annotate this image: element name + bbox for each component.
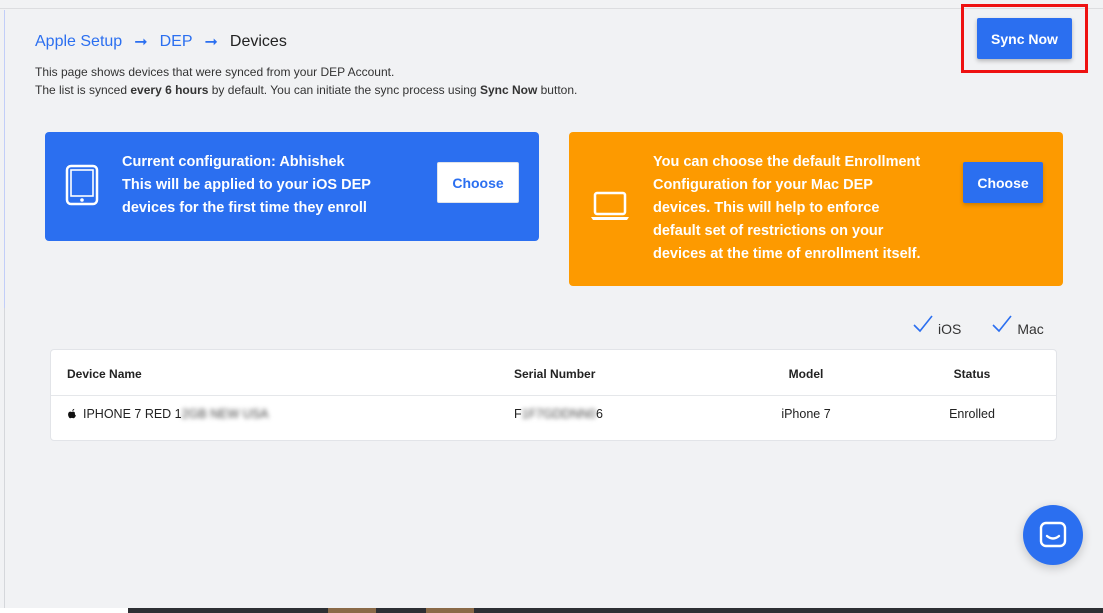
laptop-icon [589, 190, 631, 230]
filter-mac[interactable]: Mac [991, 314, 1044, 337]
description-line-2: The list is synced every 6 hours by defa… [35, 83, 578, 97]
apple-icon [67, 408, 77, 422]
model-cell: iPhone 7 [781, 407, 831, 421]
header-model: Model [788, 367, 824, 381]
breadcrumb-dep[interactable]: DEP [160, 33, 193, 51]
ios-choose-button[interactable]: Choose [437, 162, 519, 203]
header-serial-number: Serial Number [514, 367, 596, 381]
description-line-1: This page shows devices that were synced… [35, 65, 395, 79]
status-cell: Enrolled [949, 407, 995, 421]
breadcrumb-arrow-icon: ➞ [204, 34, 218, 51]
table-row[interactable]: IPHONE 7 RED 12GB NEW USA F1F7GDDNN06 iP… [51, 396, 1056, 442]
mac-choose-button[interactable]: Choose [963, 162, 1043, 203]
mac-config-card: You can choose the default Enrollment Co… [569, 132, 1063, 286]
tablet-icon [65, 164, 99, 214]
left-sidebar-edge [4, 10, 5, 308]
serial-number-cell: F1F7GDDNN06 [514, 407, 603, 421]
breadcrumb-apple-setup[interactable]: Apple Setup [35, 33, 122, 51]
top-divider [0, 8, 1103, 9]
platform-filters: iOS Mac [912, 314, 1044, 337]
device-name-cell: IPHONE 7 RED 12GB NEW USA [67, 407, 268, 422]
header-status: Status [953, 367, 991, 381]
sync-now-button[interactable]: Sync Now [977, 18, 1072, 59]
filter-mac-label: Mac [1017, 321, 1044, 337]
page-title: Devices [229, 33, 287, 50]
header-device-name: Device Name [67, 367, 142, 381]
checkmark-icon [912, 314, 934, 337]
taskbar-strip [0, 608, 1103, 613]
ios-card-text: Current configuration: Abhishek This wil… [122, 154, 371, 216]
breadcrumb: Apple Setup ➞ DEP ➞ Devices [35, 32, 287, 52]
chat-support-button[interactable] [1023, 505, 1083, 565]
ios-config-card: Current configuration: Abhishek This wil… [45, 132, 539, 241]
breadcrumb-arrow-icon: ➞ [134, 34, 148, 51]
filter-ios[interactable]: iOS [912, 314, 961, 337]
filter-ios-label: iOS [938, 321, 962, 337]
page-description: This page shows devices that were synced… [35, 63, 577, 99]
checkmark-icon [991, 314, 1013, 337]
left-sidebar-edge-lower [4, 308, 5, 608]
devices-table: Device Name Serial Number Model Status I… [50, 349, 1057, 441]
table-header: Device Name Serial Number Model Status [51, 350, 1056, 396]
mac-card-text: You can choose the default Enrollment Co… [653, 154, 921, 262]
